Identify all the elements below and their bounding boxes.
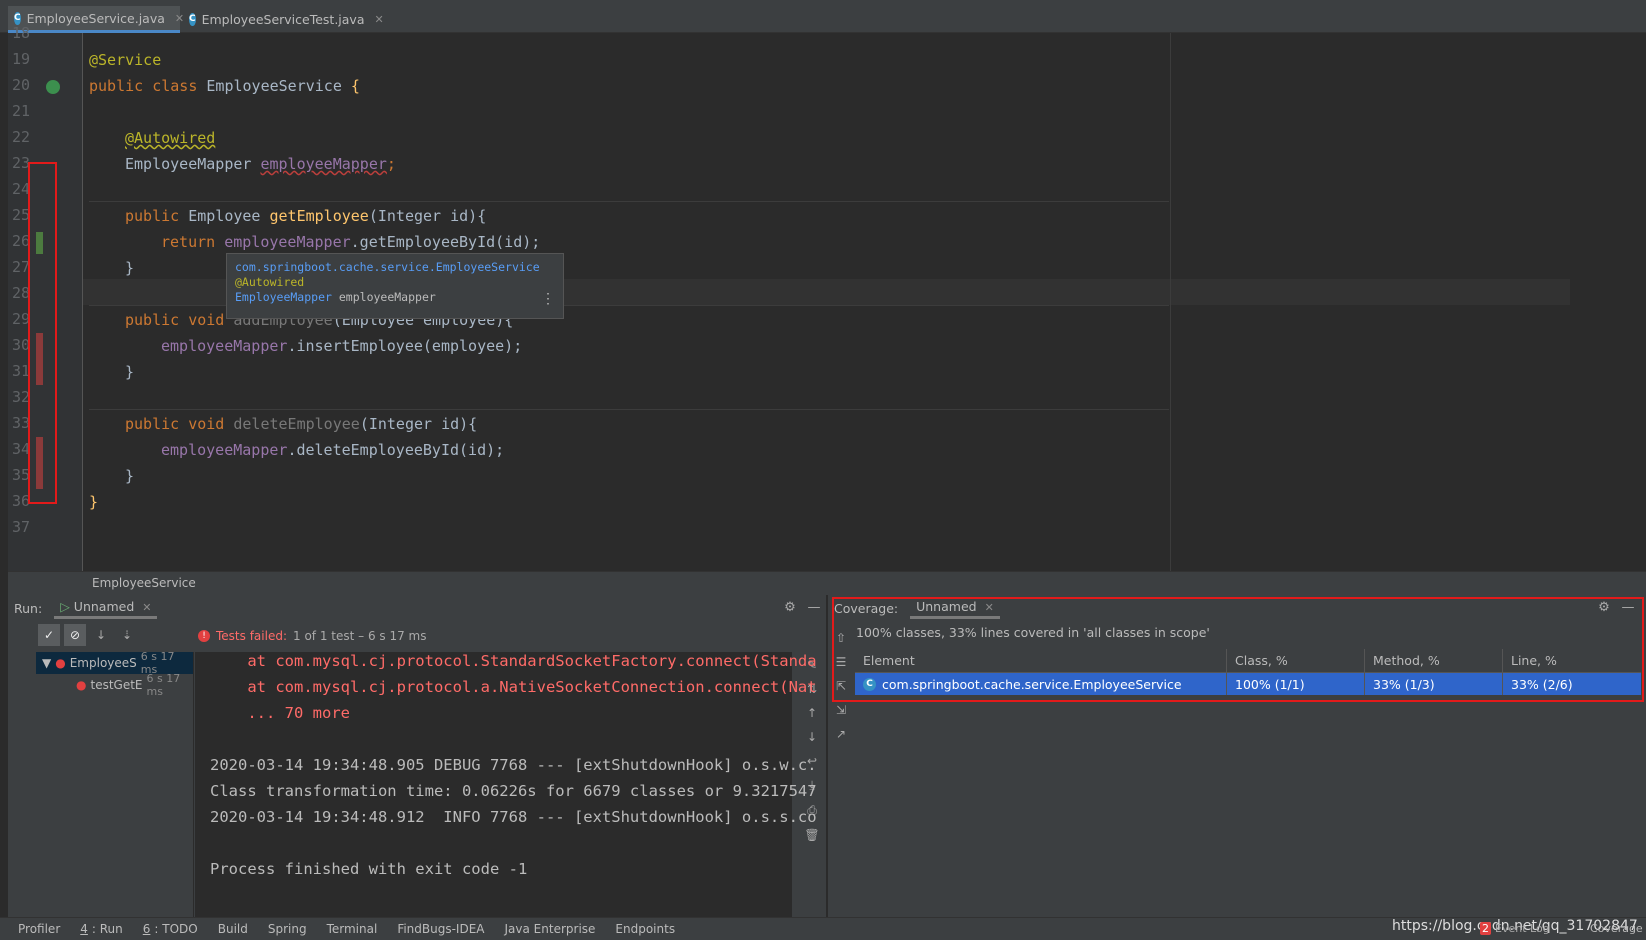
line-number: 21 xyxy=(12,102,31,120)
toolwindow-build[interactable]: Build xyxy=(218,922,248,936)
coverage-status[interactable]: Coverage xyxy=(1590,922,1643,935)
console-line: 2020-03-14 19:34:48.905 DEBUG 7768 --- [… xyxy=(210,756,817,774)
error-icon: ● xyxy=(76,678,87,692)
arrow-down-icon[interactable]: ↓ xyxy=(807,730,817,744)
run-tab-unnamed[interactable]: ▷ Unnamed ✕ xyxy=(54,597,158,619)
class-icon: C xyxy=(14,11,21,25)
breadcrumb: EmployeeService xyxy=(8,571,1646,595)
toolwindow-profiler[interactable]: Profiler xyxy=(18,922,60,936)
arrow-up-icon[interactable]: ↑ xyxy=(807,706,817,720)
run-panel-header: Run: ▷ Unnamed ✕ xyxy=(8,595,826,621)
editor-tab-bar: C EmployeeService.java ✕ C EmployeeServi… xyxy=(0,0,1646,33)
line-number: 22 xyxy=(12,128,31,146)
console-line: ... 70 more xyxy=(210,704,350,722)
minimize-icon[interactable]: — xyxy=(806,600,822,616)
code-line-26: return employeeMapper.getEmployeeById(id… xyxy=(161,233,541,251)
console-line: Process finished with exit code -1 xyxy=(210,860,528,878)
toolwindow-endpoints[interactable]: Endpoints xyxy=(615,922,675,936)
line-number: 19 xyxy=(12,50,31,68)
highlight-box-gutter xyxy=(28,162,57,504)
trash-icon[interactable]: 🗑 xyxy=(804,828,819,842)
code-line-30: employeeMapper.insertEmployee(employee); xyxy=(161,337,523,355)
open-icon[interactable]: ↗ xyxy=(836,727,846,741)
run-toolbar: ✓ ⊘ ↓ ⇣ xyxy=(38,624,198,648)
bean-icon[interactable] xyxy=(46,80,60,94)
code-line-23: EmployeeMapper employeeMapper; xyxy=(125,155,396,173)
code-line-31: } xyxy=(125,363,135,381)
console-line: 2020-03-14 19:34:48.912 INFO 7768 --- [e… xyxy=(210,808,817,826)
test-class-icon: C xyxy=(189,13,196,26)
test-tree: ▼ ● EmployeeS 6 s 17 ms ● testGetE 6 s 17 ms xyxy=(36,650,194,917)
error-icon: ● xyxy=(55,656,66,670)
more-options-icon[interactable]: ⋮ xyxy=(541,292,555,307)
tab-employee-service-test[interactable]: C EmployeeServiceTest.java ✕ xyxy=(183,6,384,33)
code-line-19: @Service xyxy=(89,51,162,69)
gear-icon[interactable]: ⚙ xyxy=(782,600,798,616)
code-line-22: @Autowired xyxy=(125,129,216,147)
code-line-34: employeeMapper.deleteEmployeeById(id); xyxy=(161,441,505,459)
code-line-27: } xyxy=(125,259,135,277)
import-icon[interactable]: ⇲ xyxy=(836,703,846,717)
toolwindow-javaenterprise[interactable]: Java Enterprise xyxy=(505,922,596,936)
test-tree-row[interactable]: ▼ ● EmployeeS 6 s 17 ms xyxy=(36,650,193,676)
code-line-35: } xyxy=(125,467,135,485)
code-line-25: public Employee getEmployee(Integer id){ xyxy=(125,207,487,225)
toolwindow-terminal[interactable]: Terminal xyxy=(327,922,378,936)
console-line: at com.mysql.cj.protocol.StandardSocketF… xyxy=(210,652,817,670)
sort-alpha-icon[interactable]: ↓ xyxy=(90,624,112,648)
toolwindow-todo[interactable]: 6: TODO xyxy=(143,922,198,936)
test-tree-row[interactable]: ● testGetE 6 s 17 ms xyxy=(36,672,193,698)
show-ignored-icon[interactable]: ⊘ xyxy=(64,624,86,646)
console-line: at com.mysql.cj.protocol.a.NativeSocketC… xyxy=(210,678,817,696)
sort-duration-icon[interactable]: ⇣ xyxy=(116,624,138,648)
toolwindow-run[interactable]: 4: Run xyxy=(80,922,123,936)
tab-employee-service[interactable]: C EmployeeService.java ✕ xyxy=(8,6,184,33)
highlight-box-coverage xyxy=(832,597,1644,702)
toolwindow-spring[interactable]: Spring xyxy=(268,922,307,936)
toolwindow-findbugsidea[interactable]: FindBugs-IDEA xyxy=(397,922,484,936)
event-log[interactable]: 2 Event Log xyxy=(1480,922,1550,935)
right-margin xyxy=(1170,33,1171,571)
console-line: Class transformation time: 0.06226s for … xyxy=(210,782,817,800)
code-line-36: } xyxy=(89,493,99,511)
close-icon[interactable]: ✕ xyxy=(375,13,384,26)
error-icon: ! xyxy=(198,630,210,642)
line-number: 20 xyxy=(12,76,31,94)
line-number: 37 xyxy=(12,518,31,536)
code-line-20: public class EmployeeService { xyxy=(89,77,360,95)
show-passed-icon[interactable]: ✓ xyxy=(38,624,60,646)
quick-doc-tooltip: com.springboot.cache.service.EmployeeSer… xyxy=(226,253,564,319)
code-line-33: public void deleteEmployee(Integer id){ xyxy=(125,415,478,433)
test-status: ! Tests failed: 1 of 1 test – 6 s 17 ms xyxy=(198,629,427,643)
line-number: 18 xyxy=(12,24,31,42)
